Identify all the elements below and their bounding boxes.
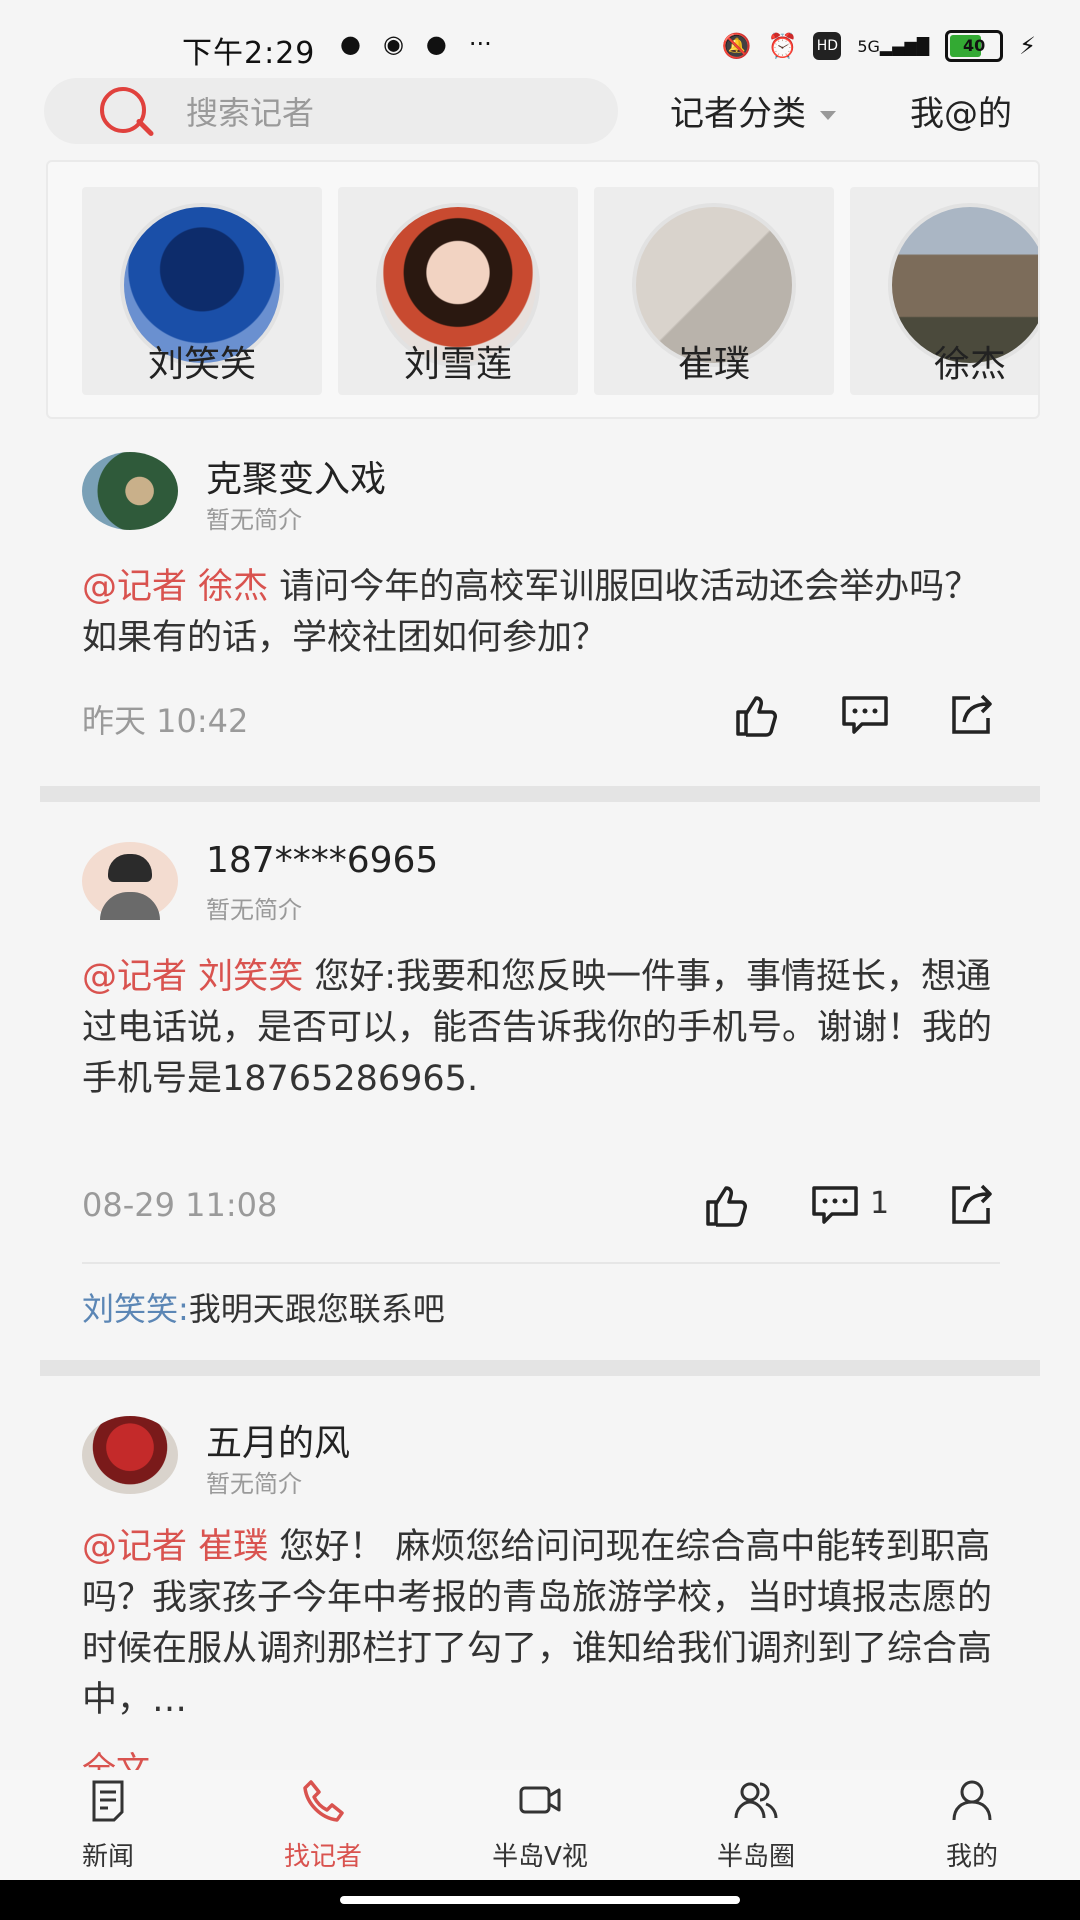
status-right-icons: 🔕 ⏰ HD 5G▂▄▆█ 40 ⚡: [722, 30, 1036, 62]
tab-label: 我的: [945, 1842, 998, 1872]
mute-bell-icon: 🔕: [721, 32, 752, 60]
tab-mine[interactable]: 我的: [892, 1778, 1052, 1873]
tab-label: 找记者: [283, 1842, 362, 1872]
share-button[interactable]: [948, 1182, 998, 1228]
question-post[interactable]: 克聚变入戏 暂无简介 @记者 徐杰 请问今年的高校军训服回收活动还会举办吗？如果…: [0, 440, 1080, 780]
group-icon: [734, 1782, 778, 1819]
post-time: 08-29 11:08: [82, 1186, 278, 1224]
avatar[interactable]: [82, 452, 178, 530]
status-left-icons: ● ◉ ● ···: [340, 30, 492, 58]
more-icon: ···: [468, 30, 492, 58]
search-box[interactable]: 搜索记者: [44, 78, 618, 144]
comment-icon: [812, 1186, 858, 1224]
reporter-card[interactable]: 刘雪莲: [338, 187, 578, 395]
reporter-name: 崔璞: [677, 344, 750, 385]
user-name[interactable]: 五月的风: [206, 1414, 350, 1466]
charging-icon: ⚡: [1019, 32, 1036, 60]
reply-text: 我明天跟您联系吧: [188, 1290, 445, 1328]
share-icon: [952, 1184, 992, 1224]
top-bar: 搜索记者 记者分类 我@的: [0, 72, 1080, 152]
thumbs-up-icon: [706, 1186, 747, 1227]
video-icon: [519, 1786, 561, 1814]
gesture-bar: [0, 1880, 1080, 1920]
reporter-carousel[interactable]: 刘笑笑 刘雪莲 崔璞 徐杰: [46, 160, 1040, 419]
phone-icon: [303, 1780, 344, 1822]
status-time: 下午2:29: [182, 36, 316, 71]
post-text: @记者 徐杰 请问今年的高校军训服回收活动还会举办吗？如果有的话，学校社团如何参…: [82, 567, 980, 658]
post-text: @记者 崔璞 您好！ 麻烦您给问问现在综合高中能转到职高吗？我家孩子今年中考报的…: [82, 1527, 993, 1720]
reporter-name: 徐杰: [933, 344, 1006, 385]
user-bio: 暂无简介: [206, 1470, 302, 1498]
search-placeholder: 搜索记者: [186, 94, 315, 132]
reporter-name: 刘雪莲: [403, 344, 512, 385]
reporter-category-dropdown[interactable]: 记者分类: [670, 86, 836, 135]
caret-down-icon: [820, 111, 836, 120]
share-button[interactable]: [948, 692, 998, 738]
divider: [40, 786, 1040, 802]
reporter-card[interactable]: 刘笑笑: [82, 187, 322, 395]
reply-author[interactable]: 刘笑笑:: [82, 1290, 189, 1328]
user-bio: 暂无简介: [206, 506, 302, 534]
post-text: @记者 刘笑笑 您好:我要和您反映一件事，事情挺长，想通过电话说，是否可以，能否…: [82, 957, 993, 1099]
alarm-icon: ⏰: [767, 32, 798, 60]
full-text-link[interactable]: 全文: [82, 1742, 150, 1770]
like-button[interactable]: [702, 1182, 752, 1228]
person-icon: [952, 1780, 992, 1821]
comment-count: 1: [870, 1186, 890, 1221]
comment-icon: [842, 696, 888, 734]
chat-icon: ●: [425, 30, 447, 58]
avatar[interactable]: [82, 842, 178, 920]
tab-label: 半岛V视: [492, 1842, 588, 1872]
tab-find-reporter[interactable]: 找记者: [243, 1778, 403, 1873]
record-icon: ◉: [382, 30, 404, 58]
battery-icon: 40: [945, 30, 1004, 62]
avatar[interactable]: [82, 1416, 178, 1494]
thumbs-up-icon: [736, 696, 777, 737]
tab-circle[interactable]: 半岛圈: [676, 1778, 836, 1873]
question-post[interactable]: 五月的风 暂无简介 @记者 崔璞 您好！ 麻烦您给问问现在综合高中能转到职高吗？…: [0, 1404, 1080, 1770]
comment-button[interactable]: [840, 692, 890, 738]
divider: [40, 1360, 1040, 1376]
my-mentions-link[interactable]: 我@的: [910, 86, 1012, 135]
news-icon: [92, 1780, 124, 1822]
share-icon: [952, 694, 992, 734]
wechat-icon: ●: [340, 30, 361, 58]
post-actions: [674, 692, 998, 738]
user-bio: 暂无简介: [206, 896, 302, 924]
tab-video[interactable]: 半岛V视: [460, 1778, 620, 1873]
search-icon: [96, 81, 156, 141]
signal-icon: 5G▂▄▆█: [857, 36, 930, 56]
reporter-name: 刘笑笑: [147, 344, 256, 385]
reporter-mention[interactable]: @记者 徐杰: [82, 567, 268, 607]
user-name[interactable]: 187****6965: [206, 840, 438, 881]
tab-label: 半岛圈: [716, 1842, 795, 1872]
tab-news[interactable]: 新闻: [28, 1778, 188, 1873]
reporter-reply: 刘笑笑:我明天跟您联系吧: [82, 1284, 445, 1330]
post-actions: 1: [644, 1182, 998, 1228]
question-post[interactable]: 187****6965 暂无简介 @记者 刘笑笑 您好:我要和您反映一件事，事情…: [0, 830, 1080, 1350]
reporter-card[interactable]: 徐杰: [850, 187, 1038, 395]
hd-badge: HD: [813, 32, 842, 60]
user-name[interactable]: 克聚变入戏: [206, 450, 386, 502]
tab-label: 新闻: [81, 1842, 134, 1872]
reporter-mention[interactable]: @记者 刘笑笑: [82, 957, 303, 997]
divider: [82, 1262, 1000, 1264]
reporter-mention[interactable]: @记者 崔璞: [82, 1527, 268, 1567]
like-button[interactable]: [732, 692, 782, 738]
bottom-tab-bar: 新闻 找记者 半岛V视 半岛圈 我的: [0, 1770, 1080, 1880]
status-bar: 下午2:29 ● ◉ ● ··· 🔕 ⏰ HD 5G▂▄▆█ 40 ⚡: [0, 0, 1080, 80]
reporter-card[interactable]: 崔璞: [594, 187, 834, 395]
post-time: 昨天 10:42: [82, 702, 249, 740]
home-indicator[interactable]: [340, 1896, 740, 1904]
comment-button[interactable]: 1: [810, 1182, 889, 1228]
